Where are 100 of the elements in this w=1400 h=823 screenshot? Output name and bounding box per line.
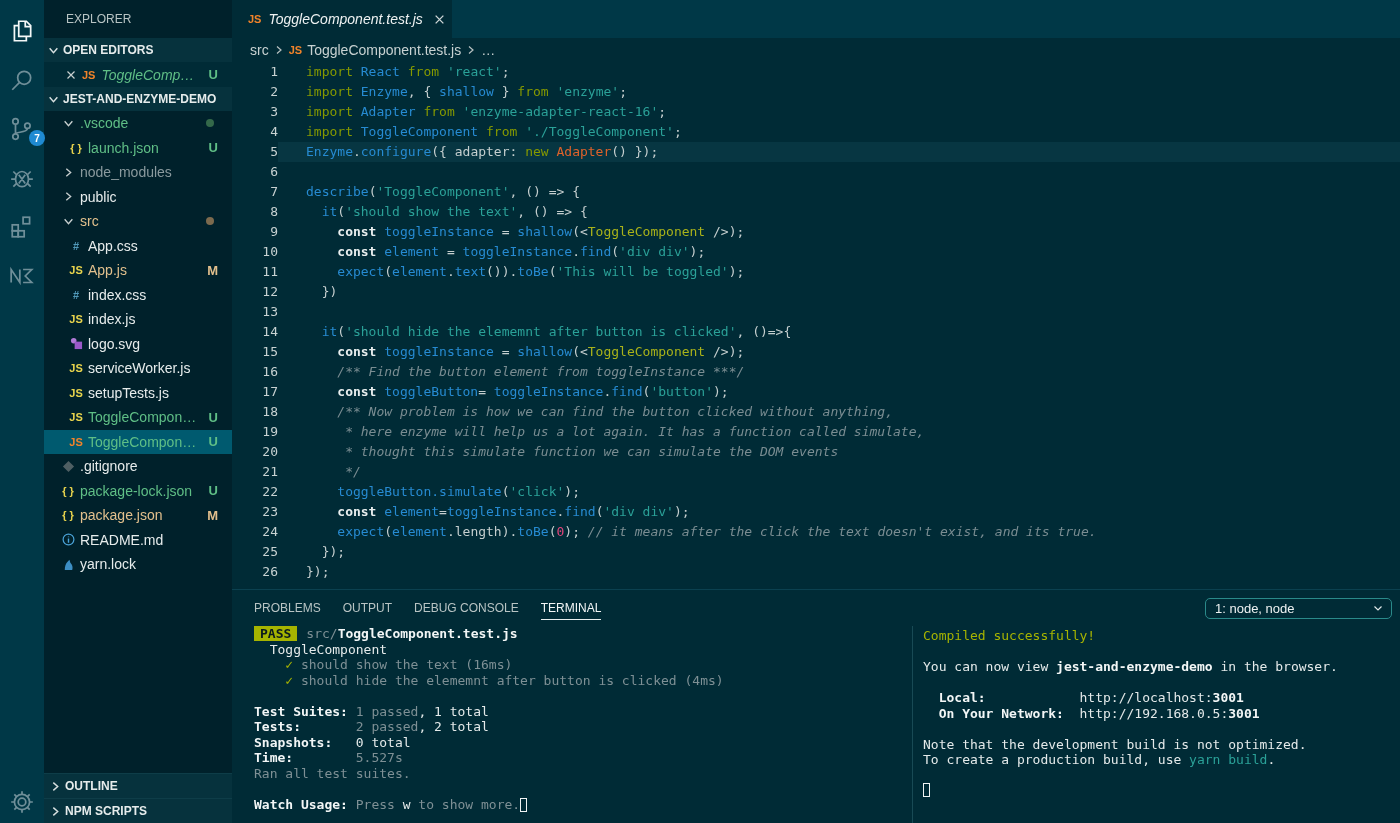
code-line: const toggleInstance = shallow(<ToggleComponent />); [336,343,746,361]
file-type-icon: JS [69,362,83,375]
section-header[interactable]: OUTLINE [44,773,232,798]
terminal-line: Ran all test suites. [254,765,412,781]
tree-item[interactable]: README.md [44,527,232,552]
terminal-line: Tests: 2 passed, 2 total [254,719,490,735]
line-number: 26 [261,563,278,581]
breadcrumb[interactable]: src [250,42,269,58]
terminal-line: You can now view jest-and-enzyme-demo in the browser. [923,659,1339,675]
editor-tab[interactable]: JS ToggleComponent.test.js [232,0,452,38]
code-line: * thought this simulate function we can simulate the DOM events [344,443,840,461]
line-number: 13 [261,303,278,321]
tree-item[interactable]: { } package.json M [44,503,232,528]
file-type-icon: { } [62,509,74,522]
code-line: */ [344,463,362,481]
line-number: 18 [261,403,278,421]
terminal-line: PASS src/ToggleComponent.test.js [254,626,912,642]
section-header[interactable]: JEST-AND-ENZYME-DEMO [44,87,232,111]
line-number: 20 [261,443,278,461]
terminal-line: Local: http://localhost:3001 [937,690,1245,706]
tree-item[interactable]: JS setupTests.js [44,380,232,405]
git-status: U [208,140,218,156]
tree-item[interactable]: src [44,209,232,234]
diamond-icon [61,459,75,473]
file-type-icon: JS [69,435,83,448]
code-line: import Adapter from 'enzyme-adapter-react-16'; [305,103,668,121]
tree-item[interactable]: JS index.js [44,307,232,332]
tree-item[interactable]: public [44,184,232,209]
file-name: package.json [80,507,163,524]
line-number: 10 [261,243,278,261]
line-number: 22 [261,483,278,501]
line-number: 7 [269,183,278,201]
panel-tab[interactable]: DEBUG CONSOLE [414,596,519,620]
tree-item[interactable]: JS ToggleCompon… U [44,405,232,430]
tree-item[interactable]: logo.svg [44,331,232,356]
open-editor-item[interactable]: JS ToggleComp… U [44,62,232,87]
chevron-icon [50,805,61,817]
line-number: 14 [261,323,278,341]
terminal-line: ✓ should hide the elememnt after button is clicked (4ms) [284,672,725,688]
file-type-icon: # [72,239,80,252]
line-number: 15 [261,343,278,361]
tree-item[interactable]: { } launch.json U [44,135,232,160]
code-line: }); [320,543,347,561]
terminal-select[interactable]: 1: node, node [1205,597,1392,619]
file-type-icon: JS [69,313,83,326]
section-header[interactable]: NPM SCRIPTS [44,798,232,823]
file-name: README.md [80,531,164,548]
code-line: toggleButton.simulate('click'); [336,483,581,501]
git-status: U [208,434,218,450]
file-name: logo.svg [88,335,141,352]
breadcrumb[interactable]: … [481,42,496,58]
file-name: setupTests.js [88,384,169,401]
file-name: .vscode [80,115,129,132]
close-icon[interactable] [433,13,445,25]
section-header[interactable]: OPEN EDITORS [44,38,232,62]
file-name: App.js [88,262,127,279]
tree-item[interactable]: # index.css [44,282,232,307]
tree-item[interactable]: yarn.lock [44,552,232,577]
image-file-icon [69,337,83,351]
panel-tab[interactable]: PROBLEMS [254,596,321,620]
git-status: M [207,507,218,523]
code-line: expect(element.text()).toBe('This will be toggled'); [336,263,746,281]
tree-item[interactable]: # App.css [44,233,232,258]
terminal-line: On Your Network: http://192.168.0.5:3001 [937,705,1261,721]
line-number: 25 [261,543,278,561]
tree-item[interactable]: JS serviceWorker.js [44,356,232,381]
file-name: ToggleComp… [101,66,195,83]
settings-icon[interactable] [9,789,35,815]
code-line: import Enzyme, { shallow } from 'enzyme'; [305,83,628,101]
count-badge: 7 [29,130,45,146]
code-line: const toggleInstance = shallow(<ToggleComponent />); [336,223,746,241]
tree-item[interactable]: node_modules [44,160,232,185]
code-line: it('should show the text', () => { [320,203,589,221]
file-name: ToggleCompon… [88,433,197,450]
tree-item[interactable]: .vscode [44,111,232,136]
file-name: index.css [88,286,147,303]
breadcrumb[interactable]: ToggleComponent.test.js [307,42,462,58]
info-icon [61,533,75,547]
panel-tab[interactable]: OUTPUT [342,596,393,620]
tree-item[interactable]: JS App.js M [44,258,232,283]
explorer-title: EXPLORER [65,11,133,28]
tree-item[interactable]: { } package-lock.json U [44,478,232,503]
line-number: 5 [269,143,278,161]
code-line: it('should hide the elememnt after button is clicked', ()=>{ [320,323,793,341]
code-line: describe('ToggleComponent', () => { [305,183,581,201]
panel-tab[interactable]: TERMINAL [540,596,602,620]
line-number: 17 [261,383,278,401]
file-name: src [80,213,99,230]
code-line: * here enzyme will help us a lot again. It has a function called simulate, [344,423,926,441]
terminal-line: Snapshots: 0 total [254,734,412,750]
file-type-icon: { } [70,141,82,154]
line-number: 16 [261,363,278,381]
tree-item[interactable]: .gitignore [44,454,232,479]
tree-item[interactable]: JS ToggleCompon… U [44,429,232,454]
file-name: App.css [88,237,138,254]
close-icon[interactable] [66,69,76,80]
line-number: 12 [261,283,278,301]
line-number: 1 [269,63,278,81]
git-status: U [208,409,218,425]
file-name: package-lock.json [80,482,193,499]
